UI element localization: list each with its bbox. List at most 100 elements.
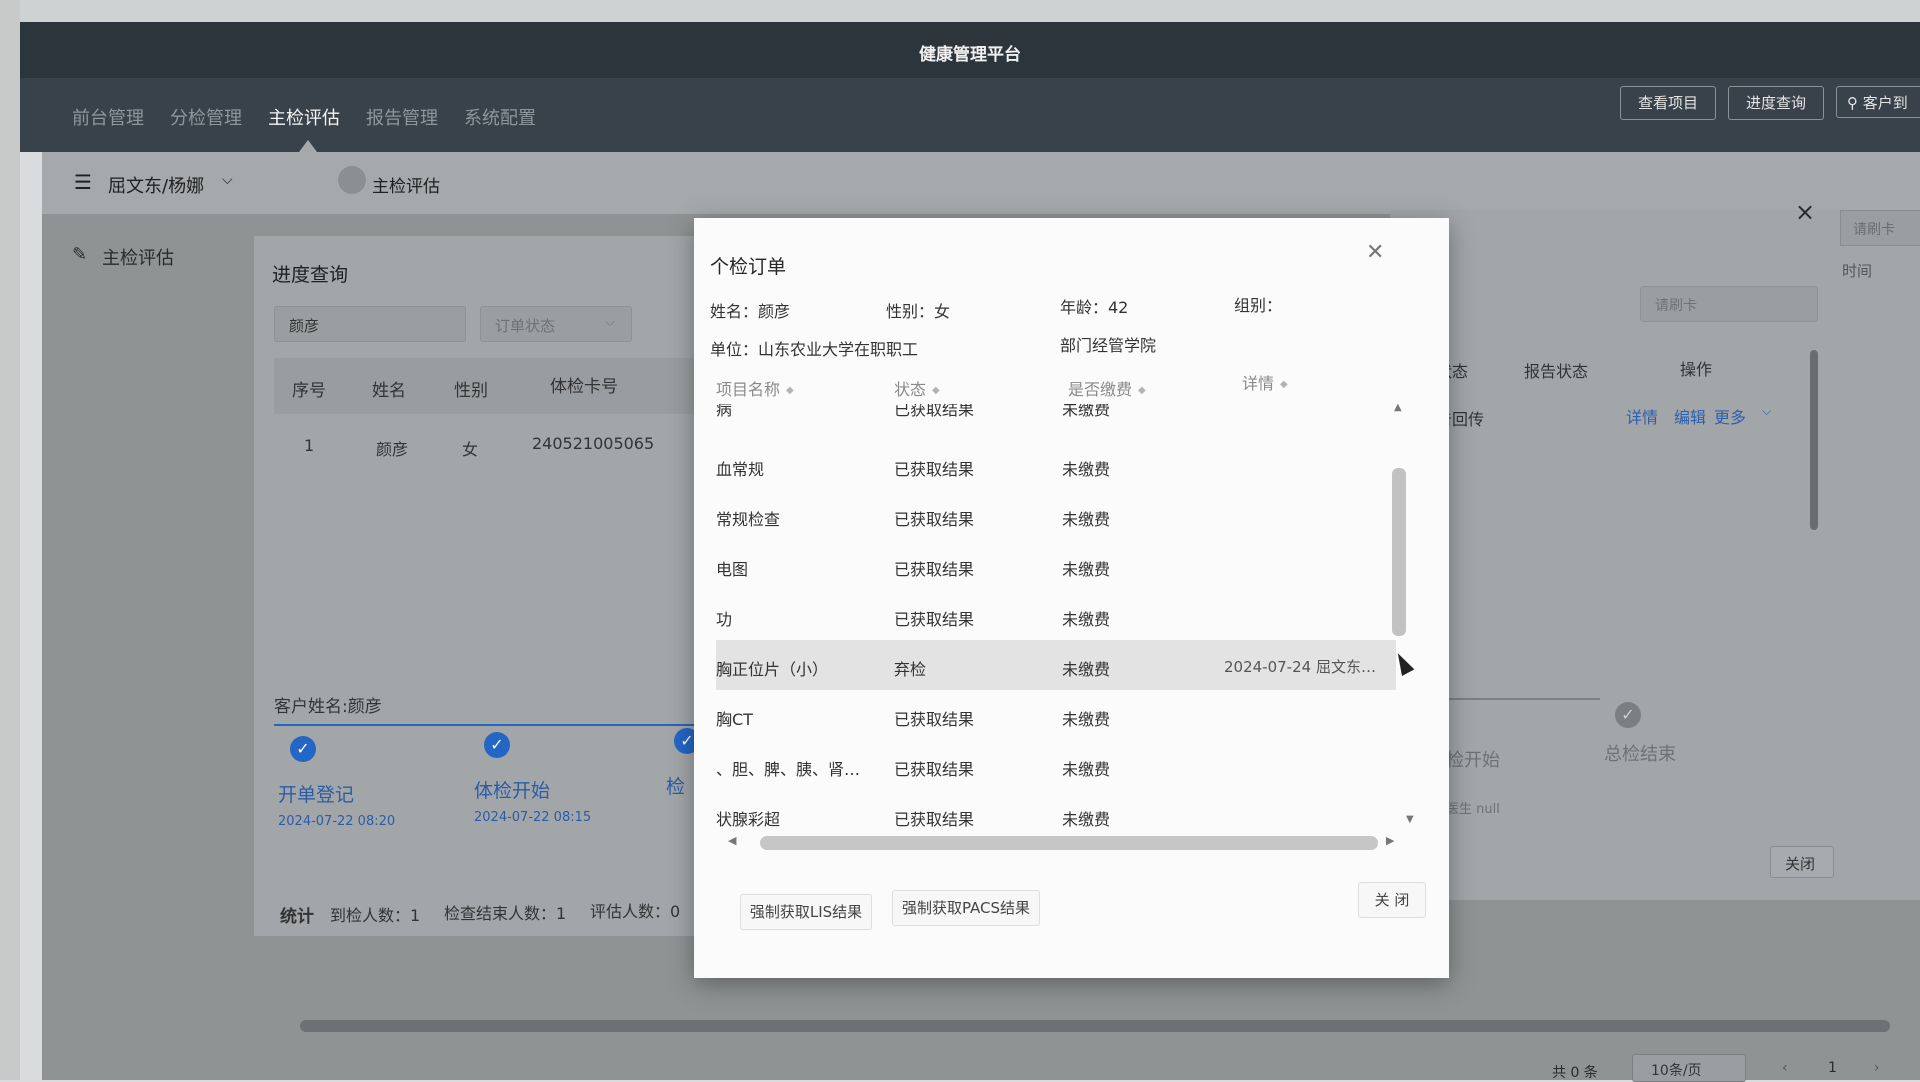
item-name: 病 bbox=[716, 404, 733, 419]
search-input-value: 颜彦 bbox=[289, 317, 320, 335]
dialog-title: 个检订单 bbox=[710, 256, 787, 278]
table-row[interactable]: 状腺彩超 已获取结果 未缴费 bbox=[716, 790, 1396, 830]
table-row[interactable]: 常规检查 已获取结果 未缴费 bbox=[716, 490, 1396, 540]
stats-finished: 检查结束人数：1 bbox=[444, 904, 567, 923]
column-header-label: 是否缴费 bbox=[1068, 380, 1133, 399]
scroll-up-icon[interactable]: ▲ bbox=[1394, 402, 1402, 413]
column-header-detail[interactable]: 详情 ◆ bbox=[1242, 370, 1288, 394]
nav-item-system[interactable]: 系统配置 bbox=[464, 104, 536, 130]
close-icon[interactable]: × bbox=[1795, 198, 1815, 226]
column-header-label: 详情 bbox=[1242, 374, 1275, 393]
item-name: 常规检查 bbox=[716, 510, 781, 529]
horizontal-scrollbar[interactable] bbox=[760, 836, 1378, 850]
chevron-down-icon[interactable]: ⌵ bbox=[222, 172, 233, 188]
chevron-right-icon[interactable]: › bbox=[1874, 1060, 1880, 1076]
row-name: 颜彦 bbox=[376, 440, 409, 459]
scroll-right-icon[interactable]: ▶ bbox=[1386, 834, 1394, 847]
scroll-left-icon[interactable]: ◀ bbox=[728, 834, 736, 847]
column-header-item[interactable]: 项目名称 ◆ bbox=[716, 376, 794, 400]
page-size-value: 10条/页 bbox=[1651, 1063, 1702, 1079]
column-header: 操作 bbox=[1680, 360, 1713, 379]
scroll-down-icon[interactable]: ▼ bbox=[1406, 814, 1414, 825]
step-label: 体检开始 bbox=[474, 780, 551, 802]
column-header-status[interactable]: 状态 ◆ bbox=[894, 376, 940, 400]
edit-icon: ✎ bbox=[72, 244, 88, 265]
patient-age: 年龄：42 bbox=[1060, 298, 1129, 317]
horizontal-scrollbar[interactable] bbox=[300, 1020, 1890, 1032]
nav-item-chief-evaluation[interactable]: 主检评估 bbox=[268, 104, 340, 130]
item-paid: 未缴费 bbox=[1062, 760, 1111, 779]
patient-name: 姓名：颜彦 bbox=[710, 302, 791, 321]
page-number[interactable]: 1 bbox=[1828, 1060, 1837, 1076]
item-paid: 未缴费 bbox=[1062, 460, 1111, 479]
force-pacs-button[interactable]: 强制获取PACS结果 bbox=[892, 890, 1040, 926]
table-row[interactable]: 、胆、脾、胰、肾… 已获取结果 未缴费 bbox=[716, 740, 1396, 790]
app-title: 健康管理平台 bbox=[919, 45, 1021, 65]
swipe-card-button[interactable]: 请刷卡 bbox=[1840, 210, 1920, 246]
sort-icon: ◆ bbox=[1138, 385, 1146, 396]
view-items-button[interactable]: 查看项目 bbox=[1620, 86, 1716, 120]
table-row[interactable]: 功 已获取结果 未缴费 bbox=[716, 590, 1396, 640]
column-header: 时间 bbox=[1842, 262, 1873, 280]
stats-title: 统计 bbox=[280, 907, 314, 927]
sidebar-item-chief-evaluation[interactable]: 主检评估 bbox=[102, 244, 174, 270]
table-row[interactable]: 电图 已获取结果 未缴费 bbox=[716, 540, 1396, 590]
page-size-select[interactable]: 10条/页 bbox=[1632, 1054, 1746, 1082]
more-link[interactable]: 更多 bbox=[1714, 404, 1746, 428]
dialog-close-button[interactable]: 关 闭 bbox=[1358, 882, 1426, 918]
vertical-scrollbar[interactable] bbox=[1392, 468, 1406, 636]
item-paid: 未缴费 bbox=[1062, 510, 1111, 529]
item-status: 已获取结果 bbox=[894, 510, 975, 529]
swipe-card-label: 请刷卡 bbox=[1853, 222, 1895, 238]
patient-gender: 性别：女 bbox=[886, 302, 951, 321]
order-status-select[interactable]: 订单状态 ⌵ bbox=[480, 306, 632, 342]
table-row[interactable]: 胸CT 已获取结果 未缴费 bbox=[716, 690, 1396, 740]
chevron-down-icon[interactable]: ⌵ bbox=[1762, 404, 1771, 419]
close-button[interactable]: 关闭 bbox=[1770, 846, 1834, 878]
progress-query-button[interactable]: 进度查询 bbox=[1728, 86, 1824, 120]
step-time: 2024-07-22 08:20 bbox=[278, 814, 396, 829]
sub-header-bar: ☰ 屈文东/杨娜 ⌵ 主检评估 bbox=[42, 152, 1920, 214]
step-label: 总检结束 bbox=[1604, 744, 1676, 765]
detail-link[interactable]: 详情 bbox=[1626, 404, 1658, 428]
customer-name-label: 客户姓名:颜彦 bbox=[274, 697, 382, 717]
step-label: 检开始 bbox=[1446, 750, 1500, 771]
nav-item-report[interactable]: 报告管理 bbox=[366, 104, 438, 130]
column-header-paid[interactable]: 是否缴费 ◆ bbox=[1068, 376, 1146, 400]
item-detail: 2024-07-24 屈文东… bbox=[1224, 658, 1376, 676]
customer-arrival-button[interactable]: ⚲ 客户到 bbox=[1836, 86, 1920, 118]
tab-chief-evaluation[interactable]: 主检评估 bbox=[372, 172, 440, 197]
top-navigation: 前台管理 分检管理 主检评估 报告管理 系统配置 查看项目 进度查询 ⚲ 客户到 bbox=[20, 78, 1920, 152]
row-card-number: 240521005065 bbox=[532, 434, 655, 453]
item-paid: 未缴费 bbox=[1062, 660, 1111, 679]
current-user[interactable]: 屈文东/杨娜 bbox=[108, 172, 204, 198]
column-header-label: 项目名称 bbox=[716, 380, 781, 399]
item-paid: 未缴费 bbox=[1062, 404, 1111, 419]
check-icon: ✓ bbox=[290, 736, 316, 762]
vertical-scrollbar[interactable] bbox=[1810, 350, 1818, 530]
table-row[interactable]: 血常规 已获取结果 未缴费 bbox=[716, 440, 1396, 490]
item-status: 已获取结果 bbox=[894, 760, 975, 779]
table-row-selected[interactable]: 胸正位片（小） 弃检 未缴费 2024-07-24 屈文东… bbox=[716, 640, 1396, 690]
edit-link[interactable]: 编辑 bbox=[1674, 404, 1706, 428]
item-name: 电图 bbox=[716, 560, 749, 579]
check-icon: ✓ bbox=[1615, 702, 1641, 728]
item-paid: 未缴费 bbox=[1062, 610, 1111, 629]
row-no: 1 bbox=[304, 436, 315, 455]
close-icon[interactable]: ✕ bbox=[1366, 240, 1384, 265]
item-name: 胸正位片（小） bbox=[716, 660, 829, 679]
chevron-left-icon[interactable]: ‹ bbox=[1782, 1060, 1788, 1076]
nav-item-front-desk[interactable]: 前台管理 bbox=[72, 104, 144, 130]
step-label: 检 bbox=[666, 776, 686, 798]
item-name: 、胆、脾、胰、肾… bbox=[716, 760, 861, 779]
nav-item-sorting[interactable]: 分检管理 bbox=[170, 104, 242, 130]
screen-bezel-left bbox=[0, 0, 20, 1080]
force-lis-button[interactable]: 强制获取LIS结果 bbox=[740, 894, 872, 930]
search-input[interactable]: 颜彦 bbox=[274, 306, 466, 342]
avatar bbox=[338, 166, 366, 194]
sort-icon: ◆ bbox=[932, 385, 940, 396]
table-row[interactable]: 病 已获取结果 未缴费 bbox=[716, 404, 1396, 434]
swipe-card-input[interactable]: 请刷卡 bbox=[1640, 286, 1818, 322]
menu-icon[interactable]: ☰ bbox=[74, 170, 92, 194]
table-row[interactable]: 1 颜彦 女 240521005065 bbox=[274, 418, 694, 474]
